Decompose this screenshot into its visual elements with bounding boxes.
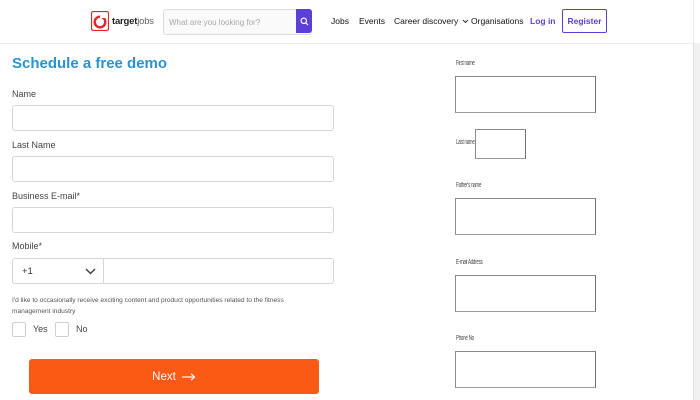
first-name-label: First name — [456, 60, 475, 67]
chevron-down-icon — [85, 267, 96, 275]
father-name-field — [455, 198, 599, 236]
name-input[interactable] — [13, 106, 333, 130]
father-name-input[interactable] — [456, 199, 599, 236]
nav-organisations-link[interactable]: Organisations — [471, 16, 523, 26]
mobile-number-input[interactable] — [104, 259, 333, 283]
business-email-label: Business E-mail* — [12, 191, 81, 201]
site-logo[interactable]: targetjobs — [90, 10, 154, 32]
country-code-value: +1 — [22, 265, 33, 277]
consent-yes-checkbox[interactable] — [12, 322, 26, 337]
chevron-down-icon — [462, 19, 469, 23]
mobile-label: Mobile* — [12, 241, 43, 251]
top-navigation-bar: targetjobs Jobs Events Career discovery … — [0, 0, 700, 44]
nav-jobs-link[interactable]: Jobs — [331, 16, 349, 26]
nav-career-discovery-label: Career discovery — [394, 16, 459, 26]
nav-divider — [693, 0, 694, 43]
side-last-name-label: Last name — [456, 139, 475, 146]
consent-no-checkbox[interactable] — [55, 322, 69, 337]
email-address-label: E-mail Address — [456, 259, 483, 266]
phone-no-input[interactable] — [456, 352, 599, 389]
side-last-name-input[interactable] — [476, 130, 529, 160]
side-last-name-field — [475, 129, 529, 160]
search-icon — [299, 16, 309, 26]
search-input[interactable] — [164, 11, 293, 33]
country-code-select[interactable]: +1 — [12, 258, 104, 284]
search-bar — [163, 9, 312, 35]
consent-no-label: No — [76, 324, 88, 334]
last-name-label: Last Name — [12, 140, 56, 150]
phone-no-field — [455, 351, 599, 389]
login-link[interactable]: Log in — [530, 16, 556, 26]
search-button[interactable] — [296, 9, 312, 33]
register-button[interactable]: Register — [562, 9, 607, 33]
email-address-field — [455, 275, 599, 313]
name-label: Name — [12, 89, 37, 99]
last-name-input[interactable] — [13, 157, 333, 181]
father-name-label: Father's name — [456, 182, 482, 189]
last-name-field — [12, 156, 334, 182]
consent-text: I'd like to occasionally receive excitin… — [12, 297, 284, 315]
consent-yes-label: Yes — [33, 324, 48, 334]
name-field — [12, 105, 334, 131]
next-button-label: Next — [152, 370, 176, 383]
first-name-field — [455, 76, 599, 114]
mobile-number-field — [103, 258, 334, 284]
demo-form-title: Schedule a free demo — [12, 55, 168, 72]
target-jobs-logo-icon — [90, 10, 110, 32]
email-address-input[interactable] — [456, 276, 599, 313]
nav-career-discovery-dropdown[interactable]: Career discovery — [394, 16, 469, 26]
logo-wordmark: targetjobs — [112, 15, 154, 27]
phone-no-label: Phone No — [456, 335, 474, 342]
nav-events-link[interactable]: Events — [359, 16, 385, 26]
business-email-input[interactable] — [13, 208, 333, 232]
next-button[interactable]: Next — [29, 359, 319, 394]
business-email-field — [12, 207, 334, 233]
page-scrollbar[interactable] — [693, 43, 700, 400]
arrow-right-icon — [181, 372, 196, 381]
first-name-input[interactable] — [456, 77, 599, 114]
